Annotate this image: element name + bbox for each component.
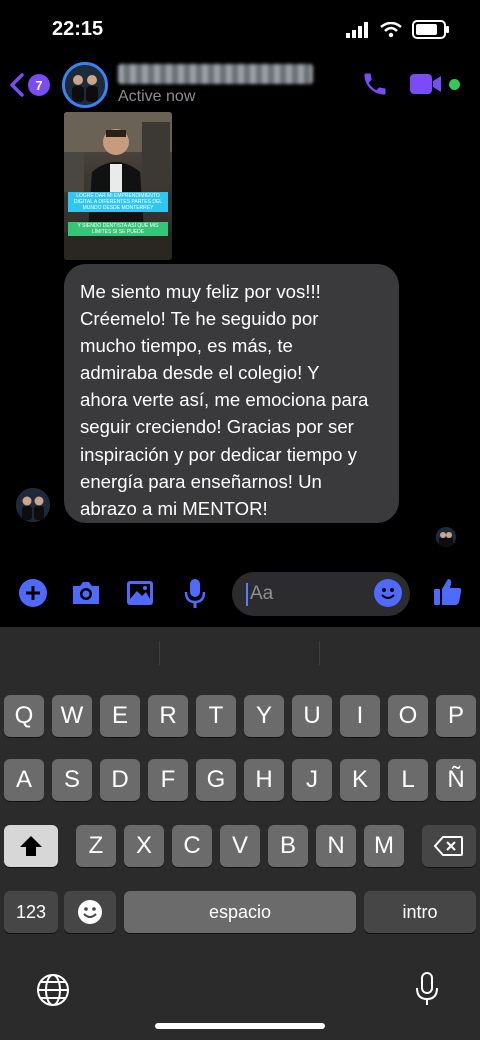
numbers-key[interactable]: 123: [4, 891, 58, 933]
photo-caption: LOGRÉ DAR MI EMPRENDIMIENTO DIGITAL A DI…: [68, 192, 168, 212]
photo-image: [64, 112, 172, 260]
key-n-tilde[interactable]: Ñ: [436, 759, 476, 801]
key-f[interactable]: F: [148, 759, 188, 801]
sender-avatar[interactable]: [16, 488, 50, 522]
key-m[interactable]: M: [364, 825, 404, 867]
key-o[interactable]: O: [388, 695, 428, 737]
seen-receipt-avatar: [436, 527, 456, 547]
plus-circle-icon[interactable]: [18, 578, 48, 608]
home-indicator[interactable]: [155, 1023, 325, 1029]
wifi-icon: [380, 21, 402, 37]
back-button[interactable]: 7: [8, 72, 50, 98]
key-i[interactable]: I: [340, 695, 380, 737]
key-e[interactable]: E: [100, 695, 140, 737]
header-actions: [361, 70, 460, 98]
message-line: Créemelo! Te he seguido por: [80, 308, 319, 330]
prediction-bar: [0, 627, 480, 677]
key-c[interactable]: C: [172, 825, 212, 867]
unread-badge: 7: [28, 74, 50, 96]
battery-icon: [412, 20, 449, 39]
key-u[interactable]: U: [292, 695, 332, 737]
key-p[interactable]: P: [436, 695, 476, 737]
key-a[interactable]: A: [4, 759, 44, 801]
shared-photo[interactable]: LOGRÉ DAR MI EMPRENDIMIENTO DIGITAL A DI…: [64, 112, 172, 260]
dictation-microphone-icon[interactable]: [414, 971, 440, 1007]
key-j[interactable]: J: [292, 759, 332, 801]
key-t[interactable]: T: [196, 695, 236, 737]
key-q[interactable]: Q: [4, 695, 44, 737]
text-caret: [246, 583, 248, 606]
key-k[interactable]: K: [340, 759, 380, 801]
thumbs-up-icon[interactable]: [432, 576, 464, 608]
shift-arrow-icon: [20, 836, 42, 856]
message-line: ahora verte así, me emociona para: [80, 389, 369, 411]
emoji-icon[interactable]: [374, 579, 402, 607]
prediction-divider: [159, 641, 160, 665]
key-d[interactable]: D: [100, 759, 140, 801]
photo-caption: Y SIENDO DENTISTA ASÍ QUE MIS LÍMITES SI…: [68, 222, 168, 236]
online-indicator: [449, 78, 460, 90]
person-photo-icon: [16, 488, 50, 522]
message-line: admiraba desde el colegio! Y: [80, 362, 320, 384]
microphone-icon[interactable]: [182, 578, 208, 610]
message-line: Me siento muy feliz por vos!!!: [80, 281, 321, 302]
prediction-divider: [319, 641, 320, 665]
key-g[interactable]: G: [196, 759, 236, 801]
message-bubble[interactable]: Me siento muy feliz por vos!!! Créemelo!…: [64, 264, 399, 523]
key-w[interactable]: W: [52, 695, 92, 737]
backspace-key[interactable]: [422, 825, 476, 867]
contact-avatar[interactable]: [62, 62, 108, 108]
key-r[interactable]: R: [148, 695, 188, 737]
message-line: seguir creciendo! Gracias por ser: [80, 416, 354, 438]
shift-key[interactable]: [4, 825, 58, 867]
keyboard: Q W E R T Y U I O P A S D F G H J K L Ñ …: [0, 627, 480, 1040]
video-call-icon[interactable]: [409, 72, 443, 96]
person-photo-icon: [65, 65, 105, 105]
backspace-icon: [434, 836, 463, 856]
message-input[interactable]: Aa: [232, 572, 410, 616]
key-b[interactable]: B: [268, 825, 308, 867]
active-status: Active now: [118, 88, 196, 105]
message-line: inspiración y por dedicar tiempo y: [80, 443, 357, 465]
space-key[interactable]: espacio: [124, 891, 356, 933]
camera-icon[interactable]: [70, 578, 102, 608]
chevron-left-icon: [10, 73, 24, 97]
emoji-keyboard-key[interactable]: [64, 891, 116, 933]
key-n[interactable]: N: [316, 825, 356, 867]
return-key[interactable]: intro: [364, 891, 476, 933]
key-s[interactable]: S: [52, 759, 92, 801]
gallery-icon[interactable]: [125, 578, 155, 608]
contact-name-redacted[interactable]: [118, 64, 313, 84]
key-z[interactable]: Z: [76, 825, 116, 867]
emoji-icon: [78, 900, 102, 924]
key-l[interactable]: L: [388, 759, 428, 801]
status-icons: [346, 20, 449, 39]
person-photo-icon: [436, 527, 456, 547]
message-line: energía para enseñarnos! Un: [80, 470, 322, 492]
globe-icon[interactable]: [36, 973, 70, 1007]
status-time: 22:15: [52, 18, 104, 40]
input-placeholder: Aa: [250, 583, 274, 604]
key-h[interactable]: H: [244, 759, 284, 801]
key-y[interactable]: Y: [244, 695, 284, 737]
message-line: mucho tiempo, es más, te: [80, 335, 293, 357]
key-x[interactable]: X: [124, 825, 164, 867]
phone-call-icon[interactable]: [361, 70, 389, 98]
message-line: abrazo a mi MENTOR!: [80, 497, 268, 519]
signal-icon: [346, 21, 368, 38]
key-v[interactable]: V: [220, 825, 260, 867]
